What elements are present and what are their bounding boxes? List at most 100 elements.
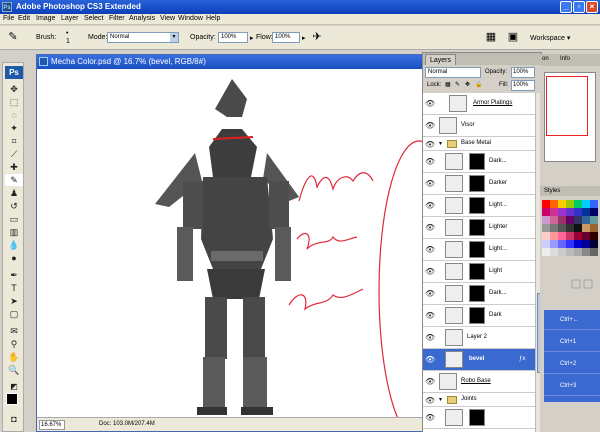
menu-layer[interactable]: Layer [61,15,79,22]
layer-row-armor-platings[interactable]: 👁 Armor Platings [423,93,535,115]
visibility-eye-icon[interactable]: 👁 [425,377,435,386]
zoom-tool-icon[interactable]: 🔍 [5,364,23,376]
layer-mask-thumbnail[interactable] [469,241,485,258]
layer-row-bevel[interactable]: 👁 bevel ƒx [423,349,535,371]
menu-view[interactable]: View [160,15,175,22]
history-brush-tool-icon[interactable]: ↺ [5,200,23,212]
maximize-button[interactable]: ▫ [573,1,585,13]
navigator-view-box[interactable] [546,76,588,136]
visibility-eye-icon[interactable]: 👁 [425,121,435,130]
stamp-tool-icon[interactable]: ♟ [5,187,23,199]
eyedropper-tool-icon[interactable]: ⚲ [5,338,23,350]
layer-row-dark-1[interactable]: 👁 Dark... [423,151,535,173]
gradient-tool-icon[interactable]: ▥ [5,226,23,238]
expand-triangle-icon[interactable]: ▾ [439,140,442,147]
pen-tool-icon[interactable]: ✒ [5,269,23,281]
zoom-field[interactable]: 16.67% [39,420,65,430]
layer-mask-thumbnail[interactable] [469,175,485,192]
layer-group-joints[interactable]: 👁 ▾ Joints [423,393,535,407]
action-item[interactable]: Ctrl+1 [544,332,600,352]
action-item[interactable]: Ctrl+2 [544,354,600,374]
menu-edit[interactable]: Edit [18,15,30,22]
opacity-field[interactable]: 100% [218,32,248,43]
menu-help[interactable]: Help [206,15,220,22]
visibility-eye-icon[interactable]: 👁 [425,413,435,422]
layer-mask-thumbnail[interactable] [469,285,485,302]
layer-mask-thumbnail[interactable] [469,307,485,324]
layer-row-visor[interactable]: 👁 Visor [423,115,535,137]
layer-row-joints-child[interactable]: 👁 [423,407,535,429]
layer-row-dark-2[interactable]: 👁 Dark... [423,283,535,305]
layer-row-light-2[interactable]: 👁 Light... [423,239,535,261]
visibility-eye-icon[interactable]: 👁 [425,223,435,232]
visibility-eye-icon[interactable]: 👁 [425,311,435,320]
doc-size-info[interactable]: Doc: 103.0M/207.4M [99,421,155,427]
canvas[interactable] [37,69,460,432]
blur-tool-icon[interactable]: 💧 [5,239,23,251]
layer-row-darker[interactable]: 👁 Darker [423,173,535,195]
dodge-tool-icon[interactable]: ● [5,252,23,264]
layer-mask-thumbnail[interactable] [469,197,485,214]
visibility-eye-icon[interactable]: 👁 [425,289,435,298]
expand-triangle-icon[interactable]: ▾ [439,396,442,403]
visibility-eye-icon[interactable]: 👁 [425,333,435,342]
brush-picker-icon[interactable]: • [66,30,68,37]
marquee-tool-icon[interactable]: ⬚ [5,96,23,108]
blend-mode-select[interactable]: Normal [425,67,481,78]
menu-analysis[interactable]: Analysis [129,15,155,22]
visibility-eye-icon[interactable]: 👁 [425,201,435,210]
layer-row-layer-2[interactable]: 👁 Layer 2 [423,327,535,349]
type-tool-icon[interactable]: T [5,282,23,294]
airbrush-icon[interactable]: ✈ [310,30,324,44]
mode-select[interactable]: Normal ▾ [107,32,179,43]
layer-row-robo-base[interactable]: 👁 Robo Base [423,371,535,393]
visibility-eye-icon[interactable]: 👁 [425,157,435,166]
workspace-menu[interactable]: Workspace ▾ [530,34,570,42]
layer-group-base-metal[interactable]: 👁 ▾ Base Metal [423,137,535,151]
layer-row-light-1[interactable]: 👁 Light... [423,195,535,217]
flow-arrow-icon[interactable]: ▸ [302,34,306,42]
layer-mask-thumbnail[interactable] [469,153,485,170]
eraser-tool-icon[interactable]: ▭ [5,213,23,225]
visibility-eye-icon[interactable]: 👁 [425,355,435,364]
move-tool-icon[interactable]: ✥ [5,83,23,95]
lasso-tool-icon[interactable]: ◌ [5,109,23,121]
visibility-eye-icon[interactable]: 👁 [425,140,435,149]
camera-icon[interactable]: ▣ [506,30,520,44]
visibility-eye-icon[interactable]: 👁 [425,396,435,405]
layer-row-dark[interactable]: 👁 Dark [423,305,535,327]
brushes-palette-icon[interactable]: ▦ [484,30,498,44]
visibility-eye-icon[interactable]: 👁 [425,267,435,276]
lock-position-icon[interactable]: ✥ [465,81,470,88]
foreground-color-swatch[interactable] [6,393,18,405]
action-item[interactable]: Ctrl+← [544,310,600,330]
layer-mask-thumbnail[interactable] [469,409,485,426]
visibility-eye-icon[interactable]: 👁 [425,99,435,108]
shape-tool-icon[interactable]: ▢ [5,308,23,320]
close-button[interactable]: × [586,1,598,13]
tab-navigator-partial[interactable]: on [542,56,549,62]
tab-styles[interactable]: Styles [540,186,600,196]
visibility-eye-icon[interactable]: 👁 [425,245,435,254]
brush-tool-active-icon[interactable]: ✎ [5,174,23,186]
menu-filter[interactable]: Filter [109,15,125,22]
tab-info[interactable]: Info [560,56,570,62]
slice-tool-icon[interactable]: ⟋ [5,148,23,160]
layer-opacity-field[interactable]: 100% [511,67,535,78]
layer-mask-thumbnail[interactable] [469,219,485,236]
crop-tool-icon[interactable]: ⌗ [5,135,23,147]
layer-mask-thumbnail[interactable] [469,263,485,280]
swatches-grid[interactable] [542,200,598,300]
minimize-button[interactable]: _ [560,1,572,13]
action-item[interactable]: Ctrl+3 [544,376,600,396]
path-selection-tool-icon[interactable]: ➤ [5,295,23,307]
lock-all-icon[interactable]: 🔒 [475,81,482,88]
menu-image[interactable]: Image [36,15,55,22]
opacity-arrow-icon[interactable]: ▸ [250,34,254,42]
layer-row-lighter[interactable]: 👁 Lighter [423,217,535,239]
magic-wand-tool-icon[interactable]: ✦ [5,122,23,134]
notes-tool-icon[interactable]: ✉ [5,325,23,337]
visibility-eye-icon[interactable]: 👁 [425,179,435,188]
menu-window[interactable]: Window [178,15,203,22]
lock-transparent-icon[interactable]: ▦ [445,81,451,88]
